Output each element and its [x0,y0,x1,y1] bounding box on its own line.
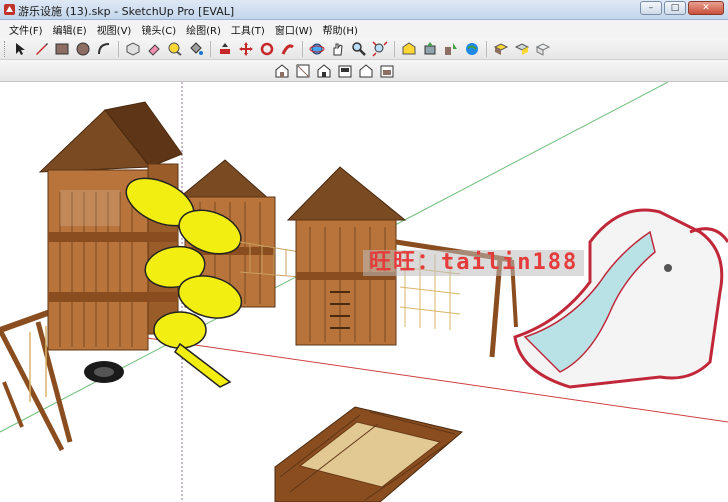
pan-icon[interactable] [328,39,348,59]
elephant-slide [513,208,728,389]
tape-measure-icon[interactable] [165,39,185,59]
get-models-icon[interactable] [441,39,461,59]
push-pull-icon[interactable] [215,39,235,59]
extension-icon[interactable] [512,39,532,59]
main-toolbar [0,38,728,60]
views-toolbar [0,60,728,82]
playground-model [0,82,728,502]
paint-bucket-icon[interactable] [186,39,206,59]
follow-me-icon[interactable] [278,39,298,59]
menu-bar: 文件(F) 编辑(E) 视图(V) 镜头(C) 绘图(R) 工具(T) 窗口(W… [0,20,728,38]
maximize-button[interactable]: □ [664,1,686,15]
sketchup-app-icon [4,4,15,15]
rotate-icon[interactable] [257,39,277,59]
circle-icon[interactable] [73,39,93,59]
right-view-icon[interactable] [335,61,355,81]
menu-edit[interactable]: 编辑(E) [48,22,92,37]
make-component-icon[interactable] [123,39,143,59]
select-icon[interactable] [10,39,30,59]
menu-file[interactable]: 文件(F) [4,22,48,37]
top-view-icon[interactable] [293,61,313,81]
component-icon[interactable] [491,39,511,59]
minimize-button[interactable]: – [640,1,662,15]
share-model-icon[interactable] [420,39,440,59]
menu-tools[interactable]: 工具(T) [226,22,270,37]
orbit-icon[interactable] [307,39,327,59]
toolbar-separator [118,40,119,57]
menu-help[interactable]: 帮助(H) [318,22,363,37]
pencil-line-icon[interactable] [31,39,51,59]
google-earth-icon[interactable] [462,39,482,59]
window-title: 游乐设施 (13).skp - SketchUp Pro [EVAL] [18,5,235,18]
iso-view-icon[interactable] [272,61,292,81]
menu-draw[interactable]: 绘图(R) [181,22,226,37]
style-icon[interactable] [533,39,553,59]
menu-window[interactable]: 窗口(W) [270,22,318,37]
close-button[interactable]: ✕ [688,1,724,15]
3d-warehouse-icon[interactable] [399,39,419,59]
zoom-icon[interactable] [349,39,369,59]
sandbox [274,406,464,502]
move-icon[interactable] [236,39,256,59]
model-viewport[interactable]: 旺旺：tailin188 [0,82,728,502]
toolbar-grip[interactable] [4,40,7,57]
menu-camera[interactable]: 镜头(C) [136,22,181,37]
arc-icon[interactable] [94,39,114,59]
left-view-icon[interactable] [377,61,397,81]
rectangle-icon[interactable] [52,39,72,59]
toolbar-separator [302,40,303,57]
front-view-icon[interactable] [314,61,334,81]
toolbar-separator [394,40,395,57]
menu-view[interactable]: 视图(V) [92,22,137,37]
back-view-icon[interactable] [356,61,376,81]
zoom-extents-icon[interactable] [370,39,390,59]
eraser-icon[interactable] [144,39,164,59]
title-bar: 游乐设施 (13).skp - SketchUp Pro [EVAL] – □ … [0,0,728,20]
toolbar-separator [486,40,487,57]
watermark-text: 旺旺：tailin188 [363,250,585,276]
toolbar-separator [210,40,211,57]
